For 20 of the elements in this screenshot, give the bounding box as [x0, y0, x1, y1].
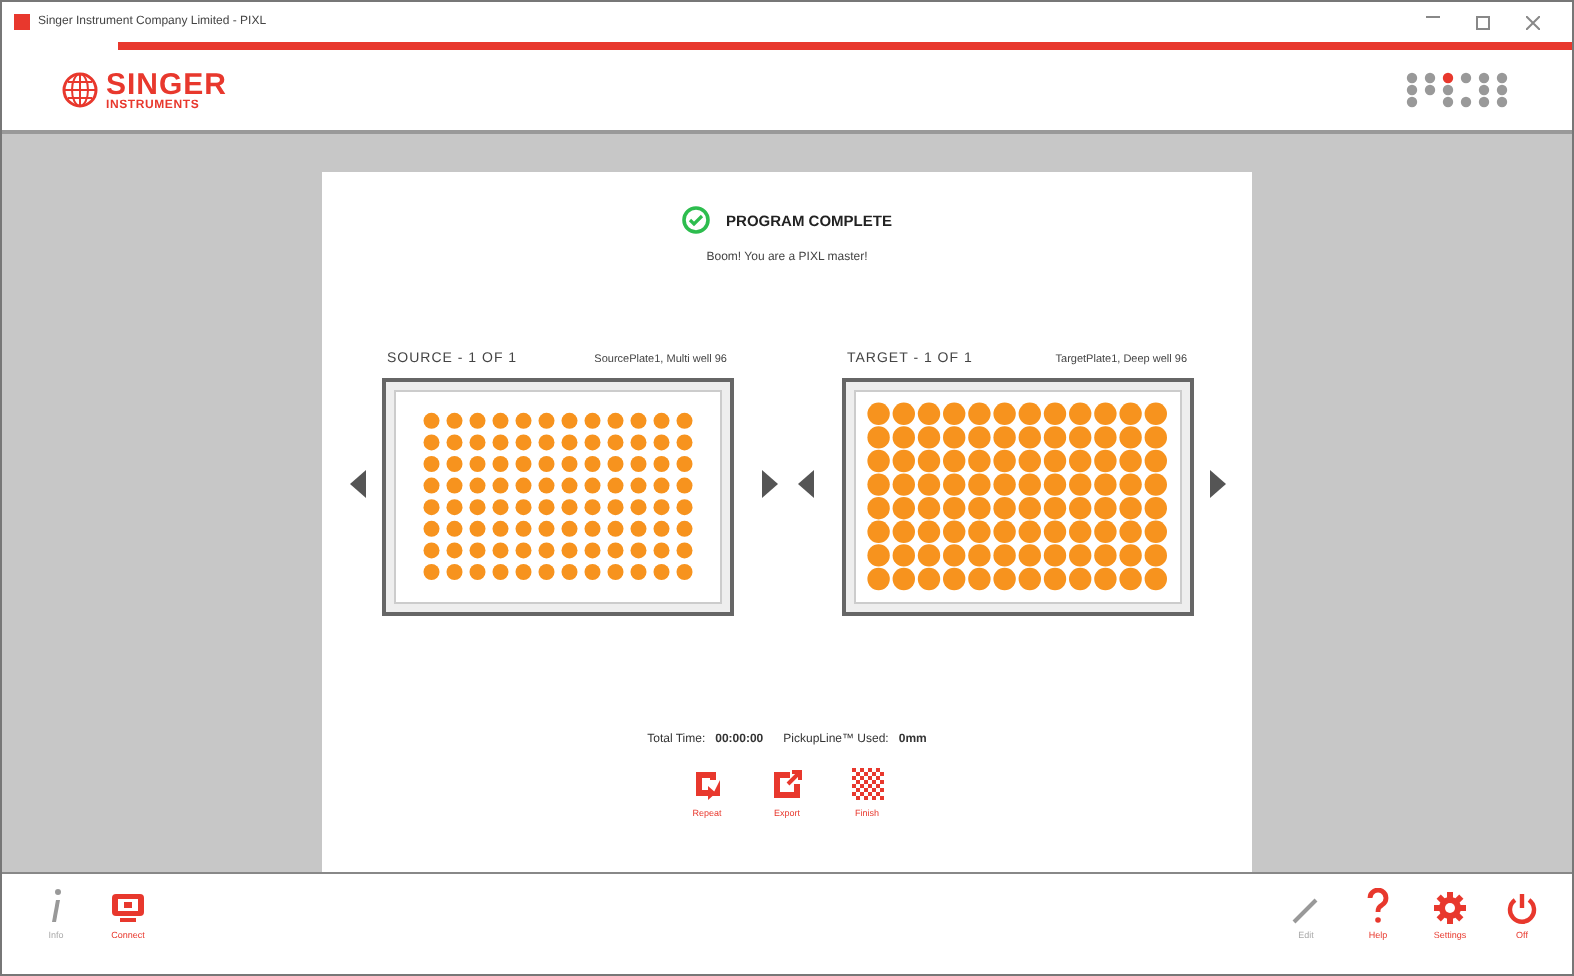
app-icon — [14, 14, 30, 30]
logo-title: SINGER — [106, 69, 228, 99]
monitor-icon — [112, 894, 144, 924]
left-arrow-icon[interactable] — [349, 470, 365, 498]
pencil-icon — [1292, 896, 1320, 924]
left-arrow-icon[interactable] — [797, 470, 813, 498]
globe-icon — [62, 72, 98, 108]
repeat-icon — [691, 768, 723, 800]
right-arrow-icon[interactable] — [1209, 470, 1225, 498]
checkered-flag-icon — [851, 768, 883, 800]
check-circle-icon — [682, 206, 711, 234]
power-icon — [1506, 892, 1538, 924]
maximize-icon[interactable] — [1476, 15, 1490, 29]
help-icon — [1366, 888, 1390, 924]
settings-icon — [1434, 892, 1466, 924]
close-icon[interactable] — [1526, 15, 1540, 29]
right-arrow-icon[interactable] — [761, 470, 777, 498]
minimize-icon[interactable] — [1426, 15, 1440, 17]
export-icon — [771, 768, 803, 800]
info-icon — [48, 888, 64, 924]
